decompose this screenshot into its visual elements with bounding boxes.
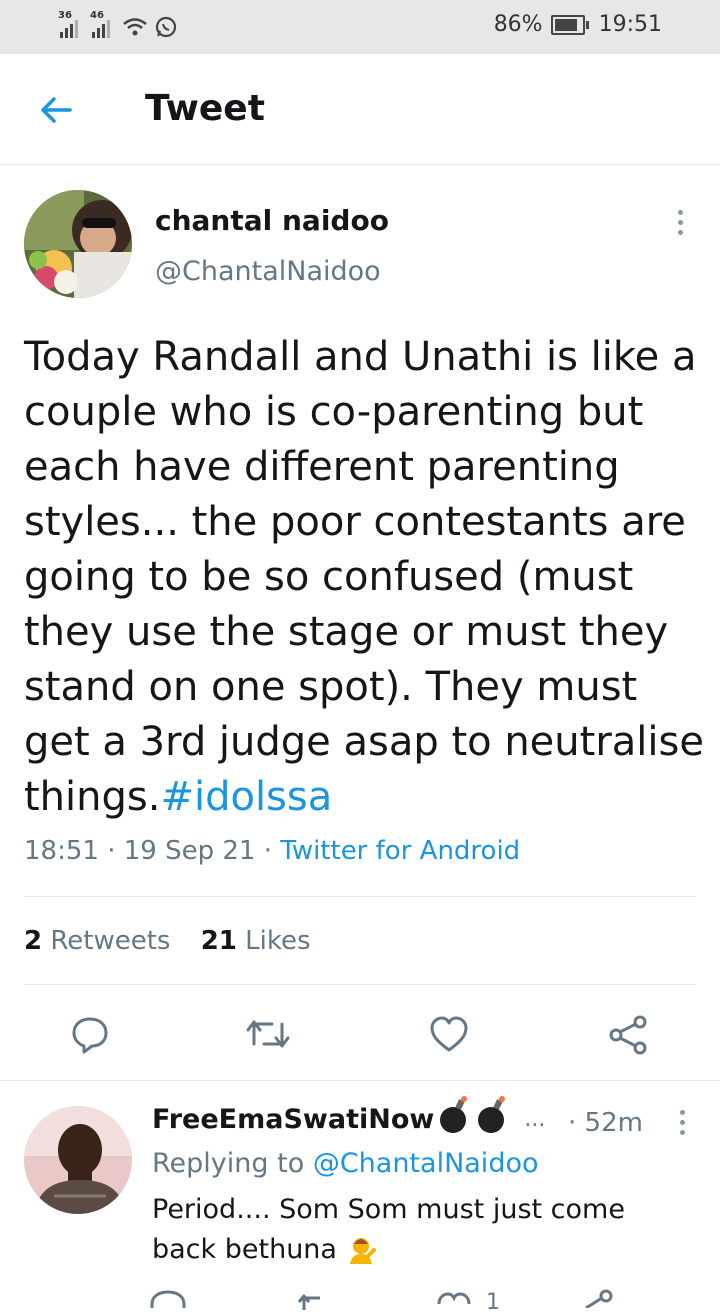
battery-percent: 86% — [493, 12, 543, 37]
divider — [0, 1080, 720, 1081]
tweet-meta: 18:51 · 19 Sep 21 · Twitter for Android — [24, 836, 520, 866]
replying-handle[interactable]: @ChantalNaidoo — [313, 1148, 539, 1179]
signal-strength-icon: 36 — [58, 10, 78, 38]
person-tipping-hand-emoji-icon — [349, 1238, 376, 1264]
retweets-label: Retweets — [50, 926, 171, 956]
retweet-icon[interactable] — [296, 1290, 336, 1310]
meta-separator-2: · — [263, 836, 272, 866]
signal-strength-icon-2: 46 — [90, 10, 110, 38]
more-vertical-icon[interactable] — [676, 1110, 688, 1135]
name-overflow-ellipsis: ... — [524, 1107, 546, 1132]
signal-2-label: 46 — [90, 10, 104, 21]
battery-icon — [550, 14, 589, 35]
whatsapp-icon — [155, 16, 177, 38]
tweet-source[interactable]: Twitter for Android — [280, 836, 520, 866]
more-vertical-icon[interactable] — [674, 210, 686, 235]
replying-to: Replying to @ChantalNaidoo — [152, 1148, 539, 1179]
tweet-hashtag[interactable]: #idolssa — [160, 774, 332, 820]
likes-stat[interactable]: 21 Likes — [201, 926, 311, 956]
share-icon[interactable] — [608, 1014, 650, 1056]
app-header: Tweet — [0, 54, 720, 165]
retweets-stat[interactable]: 2 Retweets — [24, 926, 170, 956]
reply-author-name[interactable]: FreeEmaSwatiNow — [152, 1104, 434, 1135]
clock: 19:51 — [598, 12, 662, 37]
bomb-emoji-icon — [478, 1095, 506, 1133]
back-arrow-icon[interactable] — [38, 92, 74, 128]
tweet-body: Today Randall and Unathi is like a coupl… — [24, 334, 704, 820]
replying-prefix: Replying to — [152, 1148, 305, 1179]
reply-icon[interactable] — [70, 1014, 110, 1054]
reply-body: Period.... Som Som must just come back b… — [152, 1194, 625, 1265]
reply-author-avatar[interactable] — [24, 1106, 132, 1214]
status-icons-left: 36 46 — [58, 10, 178, 40]
tweet-time: 18:51 — [24, 836, 99, 866]
tweet-date: 19 Sep 21 — [123, 836, 256, 866]
heart-icon[interactable] — [436, 1290, 472, 1310]
author-name[interactable]: chantal naidoo — [155, 204, 389, 237]
status-bar: 36 46 86% 19:51 — [0, 0, 720, 54]
retweets-count: 2 — [24, 926, 43, 956]
reply-time: · 52m — [568, 1108, 643, 1138]
bomb-emoji-icon — [440, 1095, 468, 1133]
reply-text: Period.... Som Som must just come back b… — [152, 1190, 672, 1270]
share-icon[interactable] — [580, 1288, 616, 1308]
reply-name-row: FreeEmaSwatiNow ... — [152, 1095, 546, 1135]
signal-1-label: 36 — [58, 10, 72, 21]
tweet-text: Today Randall and Unathi is like a coupl… — [24, 330, 704, 825]
author-avatar[interactable] — [24, 190, 132, 298]
page-title: Tweet — [145, 88, 265, 129]
heart-icon[interactable] — [428, 1014, 470, 1054]
likes-count: 21 — [200, 926, 237, 956]
retweet-icon[interactable] — [244, 1014, 292, 1054]
meta-separator: · — [107, 836, 116, 866]
divider — [24, 984, 696, 985]
wifi-icon — [123, 18, 147, 36]
likes-label: Likes — [245, 926, 311, 956]
reply-like-count: 1 — [486, 1290, 500, 1315]
reply-icon[interactable] — [150, 1288, 186, 1308]
status-icons-right: 86% 19:51 — [494, 12, 662, 37]
tweet-stats: 2 Retweets 21 Likes — [24, 926, 311, 956]
divider — [24, 896, 696, 897]
author-handle[interactable]: @ChantalNaidoo — [155, 256, 381, 287]
